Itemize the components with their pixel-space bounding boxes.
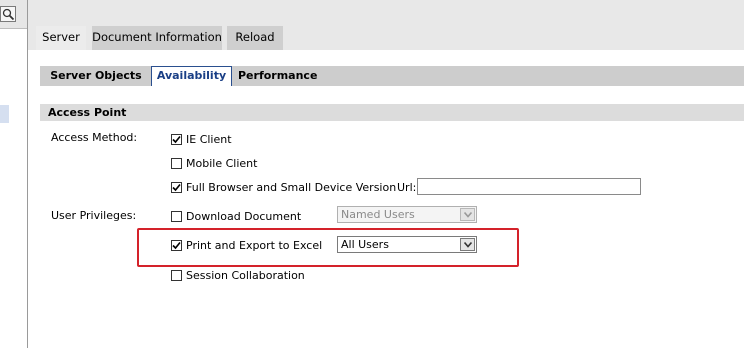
session-collaboration-checkbox[interactable] [171, 269, 182, 281]
download-document-checkbox[interactable] [171, 210, 182, 222]
mobile-client-label: Mobile Client [186, 156, 258, 170]
tab-server[interactable]: Server [36, 26, 86, 50]
mobile-client-checkbox[interactable] [171, 157, 182, 169]
download-document-option[interactable]: Download Document [171, 209, 301, 223]
left-panel [0, 0, 28, 348]
left-tree-selection[interactable] [0, 105, 9, 123]
download-document-label: Download Document [186, 209, 302, 223]
ie-client-checkbox[interactable] [171, 133, 182, 145]
full-browser-checkbox[interactable] [171, 181, 182, 193]
section-header-access-point: Access Point [40, 104, 744, 121]
subtab-availability[interactable]: Availability [151, 66, 232, 86]
subtab-server-objects[interactable]: Server Objects [49, 66, 143, 86]
search-icon[interactable] [0, 6, 16, 22]
ie-client-option[interactable]: IE Client [171, 132, 232, 146]
session-collaboration-option[interactable]: Session Collaboration [171, 268, 305, 282]
url-input[interactable] [417, 178, 641, 195]
tab-reload[interactable]: Reload [227, 26, 283, 50]
full-browser-option[interactable]: Full Browser and Small Device Version [171, 180, 396, 194]
tab-document-information[interactable]: Document Information [92, 26, 222, 50]
download-document-select: Named Users [337, 206, 477, 223]
download-document-select-value: Named Users [341, 208, 415, 221]
subtab-bar: Server Objects Availability Performance [40, 66, 744, 86]
access-method-label: Access Method: [51, 131, 138, 144]
user-privileges-label: User Privileges: [51, 209, 137, 222]
chevron-down-icon [460, 208, 475, 221]
subtab-performance[interactable]: Performance [238, 66, 317, 86]
mobile-client-option[interactable]: Mobile Client [171, 156, 257, 170]
full-browser-label: Full Browser and Small Device Version [186, 180, 397, 194]
highlight-annotation-box [137, 228, 519, 267]
left-search-strip [0, 0, 27, 29]
session-collaboration-label: Session Collaboration [186, 268, 305, 282]
ie-client-label: IE Client [186, 132, 232, 146]
url-label: Url: [397, 181, 417, 194]
